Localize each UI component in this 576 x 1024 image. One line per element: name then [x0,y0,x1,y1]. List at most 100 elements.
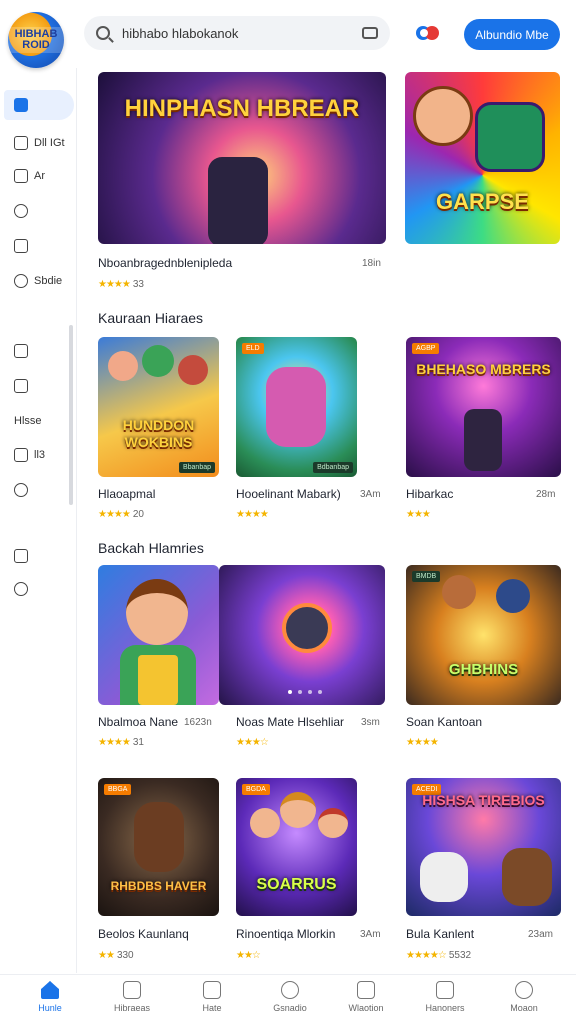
category-badge: BMDB [412,571,441,582]
nav-label: Wlaotion [348,1003,384,1013]
game-meta: 28m [536,489,556,500]
app-logo[interactable]: HIBHAB ROID [8,12,64,68]
game-title: Noas Mate Hlsehliar [236,715,345,729]
character-figure [318,808,348,838]
carousel-dot[interactable] [308,690,312,694]
book-icon [357,981,375,999]
sidebar-item-label: Ar [34,170,45,182]
sidebar-item-compass[interactable] [4,475,74,505]
game-title: Soan Kantoan [406,715,483,729]
orb-figure [282,603,332,653]
character-figure [108,351,138,381]
sidebar-item-card[interactable] [4,371,74,401]
game-title: Hibarkac [406,487,454,501]
primary-action-button[interactable]: Albundio Mbe [464,19,560,50]
user-icon [515,981,533,999]
clock-icon [14,274,28,288]
rating-stars: ★★ 330 [98,950,134,961]
game-thumbnail[interactable]: BGDA SOARRUS [236,778,357,916]
rating-stars: ★★★★ 33 [98,279,144,290]
account-switch-icon[interactable] [416,26,450,40]
thumbnail-title: HISHSA TIREBIOS [422,792,545,808]
robot-figure [208,157,268,244]
nav-label: Hunle [38,1003,62,1013]
game-thumbnail[interactable]: AGBP BHEHASO MBRERS [406,337,561,477]
game-title: Rinoentiqa Mlorkin [236,927,336,941]
thumbnail-title: BHEHASO MBRERS [416,361,551,377]
grid-icon [14,136,28,150]
status-badge: Bbanbap [178,462,215,473]
sidebar-item-home[interactable] [4,90,74,120]
game-thumbnail[interactable]: BBGA RHBDBS HAVER [98,778,219,916]
home-icon [14,98,28,112]
game-thumbnail[interactable]: ACEDI HISHSA TIREBIOS [406,778,561,916]
thumbnail-title: HUNDDON WOKBINS [122,417,195,450]
sidebar-item-label: Hlsse [14,415,42,427]
thumbnail-title: RHBDBS HAVER [110,879,207,893]
game-thumbnail[interactable] [98,565,219,705]
game-thumbnail[interactable]: HINPHASN HBREAR [98,72,386,244]
game-meta: 18in [362,258,381,269]
nav-item-home[interactable]: Hunle [15,981,85,1013]
compass-icon [14,483,28,497]
carousel-dot[interactable] [298,690,302,694]
game-title: Nboanbragednblenipleda [98,256,233,270]
game-title: Hooelinant Mabark) [236,487,341,501]
game-thumbnail[interactable]: ELD Bdbanbap [236,337,357,477]
carousel-dot[interactable] [288,690,292,694]
boy-character [413,86,473,146]
rating-stars: ★★★★ 31 [98,737,144,748]
rating-stars: ★★★★ [406,737,439,748]
sidebar-item-image[interactable] [4,541,74,571]
category-badge: AGBP [412,343,440,354]
sidebar: Dll IGt Ar Sbdie Hlsse ll3 [0,80,78,980]
sidebar-item-clock[interactable]: Sbdie [4,266,74,296]
game-meta: 23am [528,929,554,940]
chat-icon[interactable] [362,27,378,39]
nav-item-book[interactable]: Wlaotion [331,981,401,1013]
card-icon [14,379,28,393]
nav-item-refresh[interactable]: Gsnadio [255,981,325,1013]
character-figure [250,808,280,838]
sidebar-item-info[interactable] [4,574,74,604]
rating-stars: ★★★☆ [236,737,269,748]
category-badge: BGDA [242,784,270,795]
thumbnail-title: GHBHINS [448,661,519,678]
game-thumbnail[interactable] [219,565,385,705]
sidebar-item-circle[interactable] [4,196,74,226]
image-icon [14,549,28,563]
tag-icon [14,169,28,183]
chart-icon [14,239,28,253]
nav-item-mail[interactable]: Hanoners [410,981,480,1013]
dog-character [420,852,468,902]
category-badge: BBGA [104,784,132,795]
sidebar-item-grid[interactable]: Dll IGt [4,128,74,158]
info-icon [14,582,28,596]
sidebar-item-label: Sbdie [34,275,63,287]
game-thumbnail[interactable]: HUNDDON WOKBINS Bbanbap [98,337,219,477]
dog-character [502,848,552,906]
search-input[interactable]: hibhabo hlabokanok [122,26,362,41]
nav-item-library[interactable]: Hibraeas [97,981,167,1013]
blaster-figure [475,102,545,172]
carousel-dot[interactable] [318,690,322,694]
top-bar: HIBHAB ROID hibhabo hlabokanok Albundio … [0,0,576,68]
game-thumbnail[interactable]: GARPSE [405,72,560,244]
game-thumbnail[interactable]: BMDB GHBHINS [406,565,561,705]
sidebar-item-shield[interactable] [4,336,74,366]
thumbnail-title: SOARRUS [256,876,337,893]
creature-character [266,367,326,447]
sidebar-scrollbar[interactable] [69,325,73,505]
section-title: Backah Hlamries [98,540,204,556]
game-meta: 3Am [360,489,381,500]
sidebar-item-list[interactable]: ll3 [4,440,74,470]
search-bar[interactable]: hibhabo hlabokanok [84,16,390,50]
sidebar-item-chart[interactable] [4,231,74,261]
sidebar-item-tag[interactable]: Ar [4,161,74,191]
nav-label: Moaon [510,1003,538,1013]
game-title: Bula Kanlent [406,927,475,941]
sidebar-item-text[interactable]: Hlsse [4,406,74,436]
nav-item-calendar[interactable]: Hate [177,981,247,1013]
carousel-dots[interactable] [288,690,322,694]
nav-item-profile[interactable]: Moaon [489,981,559,1013]
